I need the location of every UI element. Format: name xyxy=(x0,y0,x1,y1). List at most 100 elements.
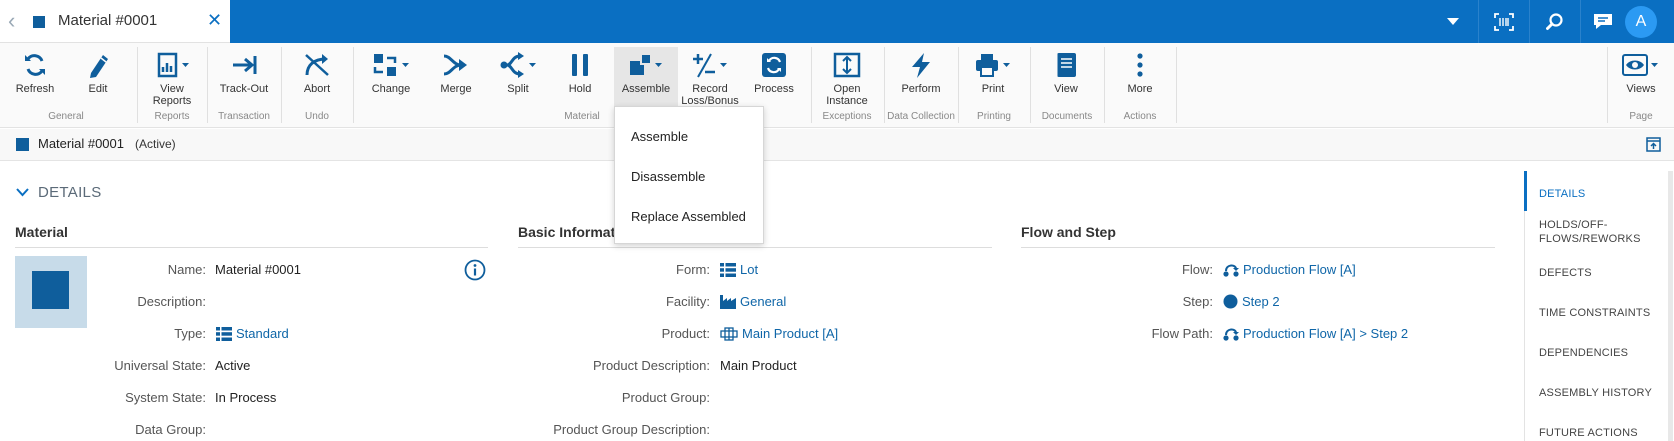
reports-icon xyxy=(157,52,189,78)
flow-value: Production Flow [A] xyxy=(1243,262,1356,277)
nav-item-holds-offflows-reworks[interactable]: HOLDS/OFF- FLOWS/REWORKS xyxy=(1539,218,1659,246)
group-label-data-collection: Data Collection xyxy=(887,111,955,122)
group-label-exceptions: Exceptions xyxy=(822,111,872,122)
printer-icon xyxy=(976,54,1010,77)
scrollbar[interactable] xyxy=(1668,171,1673,441)
view-documents-button[interactable]: View xyxy=(1035,47,1097,111)
eye-icon xyxy=(1622,54,1658,76)
lightning-icon xyxy=(912,53,930,78)
nav-item-dependencies[interactable]: DEPENDENCIES xyxy=(1539,346,1659,360)
menu-item-assemble[interactable]: Assemble xyxy=(631,129,688,144)
section-divider xyxy=(518,247,992,248)
track-out-button[interactable]: Track-Out xyxy=(212,47,276,111)
product-value: Main Product [A] xyxy=(742,326,839,341)
list-icon xyxy=(720,263,736,277)
universal-state-label: Universal State: xyxy=(114,358,206,373)
form-link[interactable]: Lot xyxy=(720,262,758,277)
edit-button[interactable]: Edit xyxy=(70,47,126,111)
merge-icon xyxy=(443,54,467,76)
abort-button[interactable]: Abort xyxy=(286,47,348,111)
facility-value: General xyxy=(740,294,787,309)
step-icon xyxy=(1223,294,1238,309)
barcode-scan-icon[interactable] xyxy=(1479,0,1529,43)
product-description-label: Product Description: xyxy=(592,358,710,373)
view-reports-button[interactable]: View Reports xyxy=(142,47,202,111)
document-tab[interactable]: ‹ Material #0001 ✕ xyxy=(0,0,230,43)
entity-header: Material #0001 (Active) xyxy=(0,129,1674,161)
search-icon[interactable] xyxy=(1530,0,1580,43)
flow-path-value: Production Flow [A] > Step 2 xyxy=(1243,326,1409,341)
nav-item-details[interactable]: DETAILS xyxy=(1539,187,1659,201)
views-button[interactable]: Views xyxy=(1612,47,1670,111)
product-link[interactable]: Main Product [A] xyxy=(720,326,838,341)
nav-item-assembly-history[interactable]: ASSEMBLY HISTORY xyxy=(1539,386,1659,400)
info-icon[interactable] xyxy=(464,259,486,281)
basic-information-section-title: Basic Informat xyxy=(518,224,616,240)
menu-item-replace-assembled[interactable]: Replace Assembled xyxy=(631,209,746,224)
split-icon xyxy=(500,52,536,78)
open-instance-button[interactable]: Open Instance xyxy=(816,47,878,111)
product-label: Product: xyxy=(661,326,710,341)
list-icon xyxy=(216,327,232,341)
group-label-printing: Printing xyxy=(977,111,1011,122)
flow-label: Flow: xyxy=(1181,262,1213,277)
details-section-title[interactable]: DETAILS xyxy=(38,184,102,201)
assemble-button[interactable]: Assemble xyxy=(614,47,678,111)
universal-state-value: Active xyxy=(215,358,251,373)
assemble-dropdown-menu: Assemble Disassemble Replace Assembled xyxy=(614,106,764,244)
nav-item-future-actions[interactable]: FUTURE ACTIONS xyxy=(1539,426,1659,440)
pause-icon xyxy=(572,54,588,76)
group-label-page: Page xyxy=(1629,111,1653,122)
change-button[interactable]: Change xyxy=(358,47,424,111)
close-tab-icon[interactable]: ✕ xyxy=(207,10,222,30)
group-label-reports: Reports xyxy=(154,111,190,122)
perform-button[interactable]: Perform xyxy=(889,47,953,111)
facility-label: Facility: xyxy=(665,294,710,309)
dropdown-caret-icon[interactable] xyxy=(1428,0,1478,43)
active-indicator xyxy=(1524,171,1527,211)
system-state-label: System State: xyxy=(125,390,206,405)
merge-button[interactable]: Merge xyxy=(426,47,486,111)
form-value: Lot xyxy=(740,262,759,277)
nav-item-defects[interactable]: DEFECTS xyxy=(1539,266,1659,280)
tab-title: Material #0001 xyxy=(58,12,158,29)
more-button[interactable]: More xyxy=(1109,47,1171,111)
product-group-description-label: Product Group Description: xyxy=(553,422,710,437)
chat-icon[interactable] xyxy=(1581,0,1625,43)
back-chevron-icon[interactable]: ‹ xyxy=(8,10,22,32)
split-button[interactable]: Split xyxy=(490,47,546,111)
step-link[interactable]: Step 2 xyxy=(1223,294,1280,309)
ribbon-divider xyxy=(1176,47,1177,123)
ribbon-toolbar: Refresh Edit General View Reports Report… xyxy=(0,43,1674,128)
material-section-title: Material xyxy=(15,224,68,240)
section-navigation: DETAILS HOLDS/OFF- FLOWS/REWORKS DEFECTS… xyxy=(1524,171,1674,441)
print-button[interactable]: Print xyxy=(963,47,1023,111)
flow-icon xyxy=(1223,264,1239,277)
refresh-button[interactable]: Refresh xyxy=(6,47,64,111)
description-label: Description: xyxy=(137,294,206,309)
track-out-icon xyxy=(233,56,257,74)
assemble-icon xyxy=(630,53,662,75)
type-link[interactable]: Standard xyxy=(216,326,289,341)
material-icon xyxy=(16,138,29,151)
process-button[interactable]: Process xyxy=(744,47,804,111)
flow-path-link[interactable]: Production Flow [A] > Step 2 xyxy=(1223,326,1408,341)
document-icon xyxy=(1056,53,1076,77)
name-value: Material #0001 xyxy=(215,262,301,277)
pencil-icon xyxy=(90,55,108,78)
nav-item-time-constraints[interactable]: TIME CONSTRAINTS xyxy=(1539,306,1659,320)
more-vertical-icon xyxy=(1137,53,1143,77)
user-avatar[interactable]: A xyxy=(1625,6,1657,38)
hold-button[interactable]: Hold xyxy=(552,47,608,111)
entity-state: (Active) xyxy=(135,137,176,151)
record-loss-bonus-button[interactable]: Record Loss/Bonus xyxy=(680,47,740,111)
menu-item-disassemble[interactable]: Disassemble xyxy=(631,169,705,184)
collapse-header-icon[interactable] xyxy=(1646,137,1661,152)
change-icon xyxy=(373,54,409,76)
facility-link[interactable]: General xyxy=(720,294,786,309)
abort-icon xyxy=(305,54,329,76)
type-label: Type: xyxy=(174,326,206,341)
group-label-undo: Undo xyxy=(305,111,329,122)
chevron-down-icon[interactable] xyxy=(16,188,29,197)
flow-link[interactable]: Production Flow [A] xyxy=(1223,262,1356,277)
